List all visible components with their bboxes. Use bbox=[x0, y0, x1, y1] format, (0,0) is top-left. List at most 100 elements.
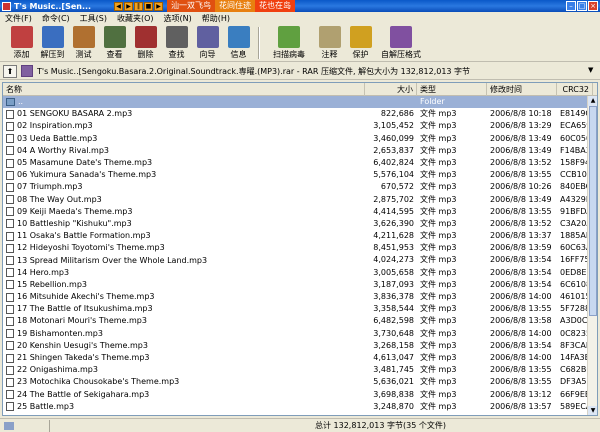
row-type: 文件 mp3 bbox=[420, 352, 457, 362]
table-row[interactable]: 23 Motochika Chousokabe's Theme.mp3 5,636… bbox=[3, 376, 597, 388]
vertical-scrollbar[interactable]: ▲ ▼ bbox=[587, 96, 597, 415]
table-row[interactable]: 24 The Battle of Sekigahara.mp3 3,698,838… bbox=[3, 389, 597, 401]
row-type: 文件 mp3 bbox=[420, 316, 457, 326]
toolbar-wizard-button[interactable]: 向导 bbox=[192, 24, 223, 62]
column-type[interactable]: 类型 bbox=[417, 83, 487, 96]
table-row[interactable]: 04 A Worthy Rival.mp3 2,653,837 文件 mp3 2006… bbox=[3, 145, 597, 157]
table-row[interactable]: 05 Masamune Date's Theme.mp3 6,402,824 文件 … bbox=[3, 157, 597, 169]
column-crc32[interactable]: CRC32 bbox=[557, 83, 593, 96]
toolbar-test-button[interactable]: 测试 bbox=[68, 24, 99, 62]
toolbar-add-button[interactable]: 添加 bbox=[6, 24, 37, 62]
protect-icon bbox=[349, 26, 372, 48]
toolbar-protect-button[interactable]: 保护 bbox=[345, 24, 376, 62]
row-size: 3,730,648 bbox=[373, 328, 414, 338]
table-row[interactable]: 02 Inspiration.mp3 3,105,452 文件 mp3 2006/8/… bbox=[3, 120, 597, 132]
row-size: 3,836,378 bbox=[373, 292, 414, 301]
row-modified: 2006/8/8 14:00 bbox=[490, 328, 552, 338]
toolbar-delete-button[interactable]: 删除 bbox=[130, 24, 161, 62]
table-row[interactable]: 12 Hideyoshi Toyotomi's Theme.mp3 8,451,9… bbox=[3, 242, 597, 254]
play-icon[interactable]: ▶ bbox=[124, 1, 133, 11]
address-bar: ⬆ T's Music..[Sengoku.Basara.2.Original.… bbox=[0, 63, 600, 80]
mp3-file-icon bbox=[6, 158, 14, 168]
table-row[interactable]: 08 The Way Out.mp3 2,875,702 文件 mp3 2006/8/… bbox=[3, 194, 597, 206]
table-row[interactable]: 25 Battle.mp3 3,248,870 文件 mp3 2006/8/8 13:… bbox=[3, 401, 597, 413]
row-modified: 2006/8/8 13:12 bbox=[490, 389, 552, 399]
table-row[interactable]: 21 Shingen Takeda's Theme.mp3 4,613,047 文件… bbox=[3, 352, 597, 364]
toolbar-find-button[interactable]: 查找 bbox=[161, 24, 192, 62]
menu-tools[interactable]: 工具(S) bbox=[75, 13, 112, 24]
mp3-file-icon bbox=[6, 280, 14, 290]
archive-path[interactable]: T's Music..[Sengoku.Basara.2.Original.So… bbox=[37, 66, 597, 77]
table-row[interactable]: 03 Ueda Battle.mp3 3,460,099 文件 mp3 2006/8/… bbox=[3, 133, 597, 145]
table-row[interactable]: 19 Bishamonten.mp3 3,730,648 文件 mp3 2006/8/… bbox=[3, 328, 597, 340]
toolbar-view-button[interactable]: 查看 bbox=[99, 24, 130, 62]
toolbar-sfx-button[interactable]: 自解压格式 bbox=[376, 24, 426, 62]
row-type: 文件 mp3 bbox=[420, 365, 457, 375]
toolbar-virus-scan-button[interactable]: 扫描病毒 bbox=[264, 24, 314, 62]
menu-file[interactable]: 文件(F) bbox=[0, 13, 37, 24]
row-modified: 2006/8/8 13:55 bbox=[490, 304, 552, 314]
toolbar-extract-button[interactable]: 解压到 bbox=[37, 24, 68, 62]
scroll-up-arrow[interactable]: ▲ bbox=[588, 96, 597, 106]
banner-item[interactable]: 花也在岛 bbox=[255, 0, 295, 12]
table-row[interactable]: 11 Osaka's Battle Formation.mp3 4,211,628… bbox=[3, 230, 597, 242]
menu-favorites[interactable]: 收藏夹(O) bbox=[112, 13, 159, 24]
toolbar-comment-button[interactable]: 注释 bbox=[314, 24, 345, 62]
mp3-file-icon bbox=[6, 402, 14, 412]
parent-folder-row[interactable]: .. Folder bbox=[3, 96, 597, 109]
table-row[interactable]: 17 The Battle of Itsukushima.mp3 3,358,54… bbox=[3, 303, 597, 315]
pause-icon[interactable]: ‖ bbox=[134, 1, 143, 11]
window-controls: – □ × bbox=[565, 1, 598, 11]
mp3-file-icon bbox=[6, 146, 14, 156]
table-row[interactable]: 01 SENGOKU BASARA 2.mp3 822,686 文件 mp3 2006… bbox=[3, 108, 597, 120]
minimize-button[interactable]: – bbox=[566, 1, 576, 11]
row-modified: 2006/8/8 13:55 bbox=[490, 365, 552, 375]
next-icon[interactable]: ▶ bbox=[154, 1, 163, 11]
row-type: 文件 mp3 bbox=[420, 157, 457, 167]
banner-item[interactable]: 汕一双飞鸟 bbox=[167, 0, 215, 12]
table-row[interactable]: 20 Kenshin Uesugi's Theme.mp3 3,268,158 文件… bbox=[3, 340, 597, 352]
table-row[interactable]: 13 Spread Militarism Over the Whole Land… bbox=[3, 254, 597, 266]
mp3-file-icon bbox=[6, 268, 14, 278]
prev-icon[interactable]: ◀ bbox=[114, 1, 123, 11]
ad-banner[interactable]: 汕一双飞鸟 花间住迹 花也在岛 bbox=[167, 0, 295, 12]
table-row[interactable]: 06 Yukimura Sanada's Theme.mp3 5,576,104 文… bbox=[3, 169, 597, 181]
file-list[interactable]: 名称 大小 类型 修改时间 CRC32 .. Folder 01 SENGOKU… bbox=[2, 82, 598, 416]
column-size[interactable]: 大小 bbox=[365, 83, 417, 96]
row-size: 3,358,544 bbox=[373, 304, 414, 314]
mp3-file-icon bbox=[6, 353, 14, 363]
banner-item[interactable]: 花间住迹 bbox=[215, 0, 255, 12]
table-row[interactable]: 15 Rebellion.mp3 3,187,093 文件 mp3 2006/8/8 … bbox=[3, 279, 597, 291]
table-row[interactable]: 07 Triumph.mp3 670,572 文件 mp3 2006/8/8 10:2… bbox=[3, 181, 597, 193]
table-row[interactable]: 09 Keiji Maeda's Theme.mp3 4,414,595 文件 mp… bbox=[3, 206, 597, 218]
column-name[interactable]: 名称 bbox=[3, 83, 365, 96]
chevron-down-icon[interactable]: ▼ bbox=[588, 66, 597, 76]
menu-help[interactable]: 帮助(H) bbox=[197, 13, 235, 24]
row-size: 6,402,824 bbox=[373, 157, 414, 167]
toolbar-label: 查看 bbox=[106, 50, 123, 59]
column-modified[interactable]: 修改时间 bbox=[487, 83, 557, 96]
row-name: 18 Motonari Mouri's Theme.mp3 bbox=[17, 316, 147, 326]
row-modified: 2006/8/8 13:59 bbox=[490, 243, 552, 253]
toolbar-separator bbox=[258, 27, 260, 59]
table-row[interactable]: 18 Motonari Mouri's Theme.mp3 6,482,598 文件… bbox=[3, 315, 597, 327]
table-row[interactable]: 14 Hero.mp3 3,005,658 文件 mp3 2006/8/8 13:54… bbox=[3, 267, 597, 279]
table-row[interactable]: 16 Mitsuhide Akechi's Theme.mp3 3,836,378… bbox=[3, 291, 597, 303]
drive-icon bbox=[4, 421, 14, 430]
window-title: T's Music..[Sen... bbox=[14, 1, 92, 11]
stop-icon[interactable]: ■ bbox=[144, 1, 153, 11]
close-button[interactable]: × bbox=[588, 1, 598, 11]
table-row[interactable]: 10 Battleship "Kishuku".mp3 3,626,390 文件 m… bbox=[3, 218, 597, 230]
menu-options[interactable]: 选项(N) bbox=[159, 13, 197, 24]
mp3-file-icon bbox=[6, 377, 14, 387]
scroll-thumb[interactable] bbox=[589, 106, 597, 316]
up-folder-button[interactable]: ⬆ bbox=[3, 64, 17, 78]
row-size: 5,636,021 bbox=[373, 377, 414, 387]
maximize-button[interactable]: □ bbox=[577, 1, 587, 11]
row-type: 文件 mp3 bbox=[420, 243, 457, 253]
table-row[interactable]: 22 Onigashima.mp3 3,481,745 文件 mp3 2006/8/8… bbox=[3, 364, 597, 376]
winrar-app-icon bbox=[2, 1, 11, 11]
toolbar-info-button[interactable]: 信息 bbox=[223, 24, 254, 62]
menu-commands[interactable]: 命令(C) bbox=[37, 13, 75, 24]
scroll-down-arrow[interactable]: ▼ bbox=[588, 406, 597, 415]
